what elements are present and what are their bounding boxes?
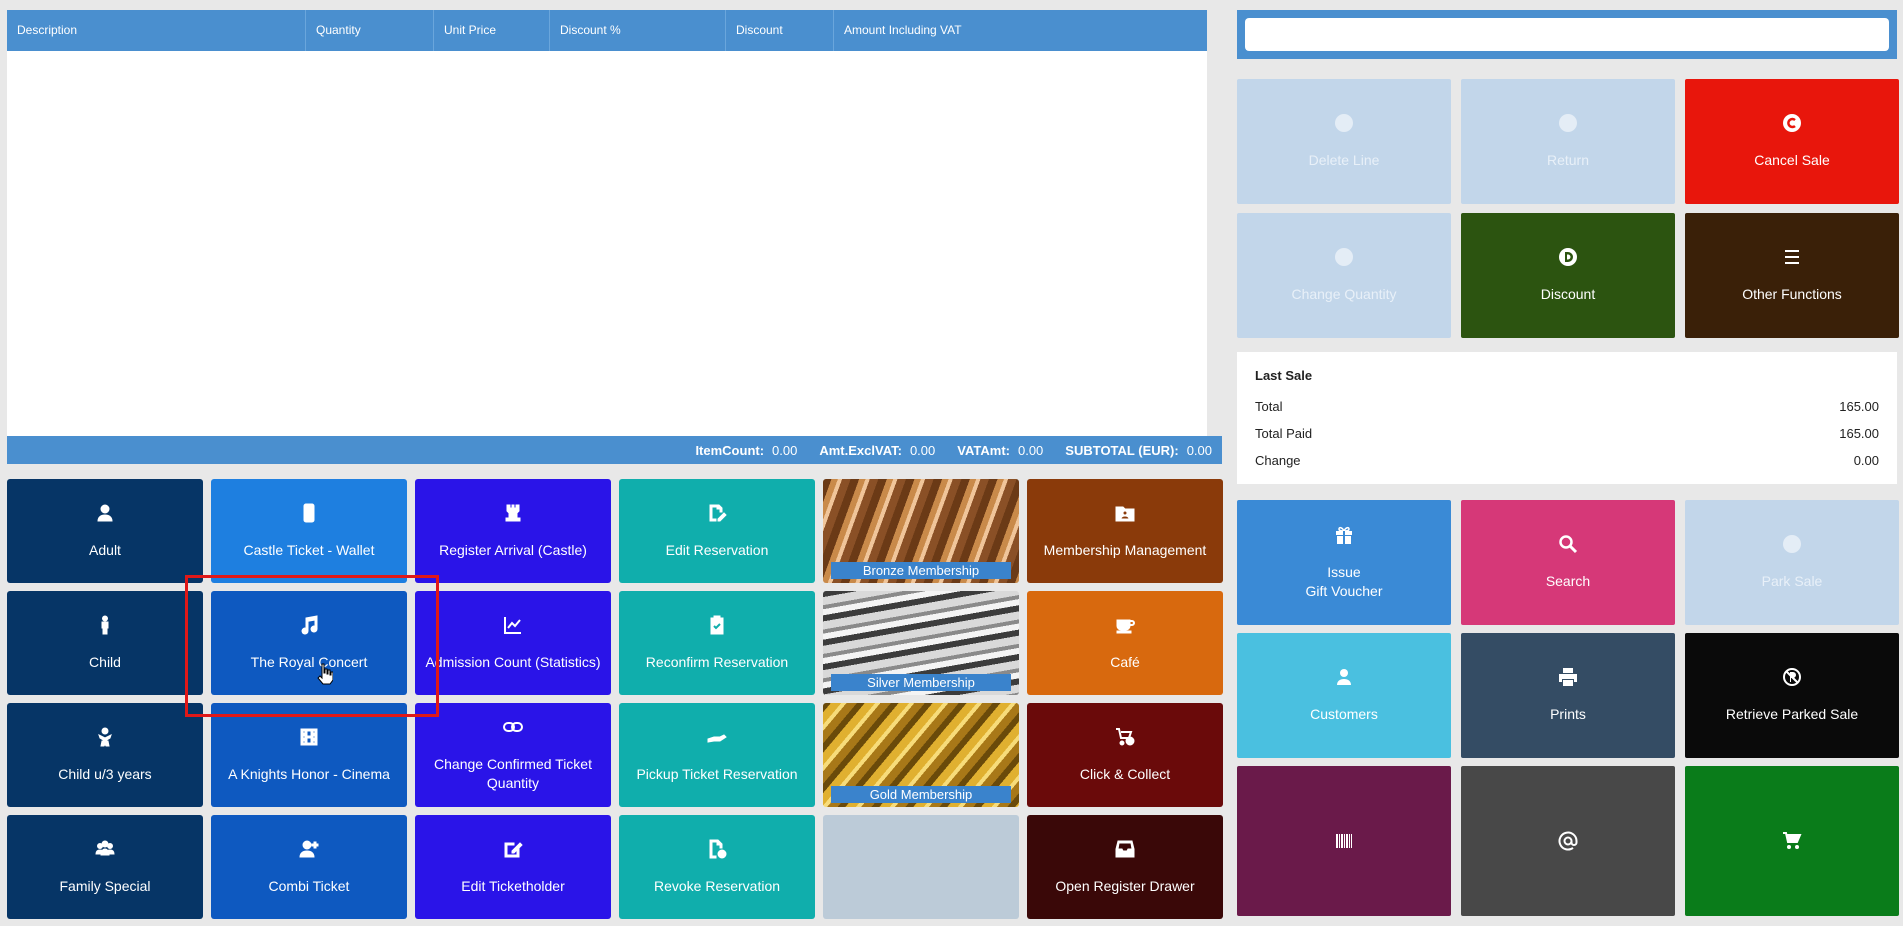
- cart-icon: [1782, 831, 1802, 851]
- circle-return-icon: [1558, 113, 1578, 133]
- prints-button[interactable]: Prints: [1461, 633, 1675, 758]
- tile-register-arrival[interactable]: Register Arrival (Castle): [415, 479, 611, 583]
- last-sale-title: Last Sale: [1255, 368, 1313, 383]
- checkout-cart-button[interactable]: [1685, 766, 1899, 916]
- email-button[interactable]: [1461, 766, 1675, 916]
- bars-icon: [1782, 247, 1802, 267]
- tile-child-u3-years[interactable]: Child u/3 years: [7, 703, 203, 807]
- cart-clock-icon: [1115, 727, 1135, 747]
- tile-family-special[interactable]: Family Special: [7, 815, 203, 919]
- park-sale-button[interactable]: Park Sale: [1685, 500, 1899, 625]
- subtotal: SUBTOTAL (EUR): 0.00: [1065, 442, 1212, 458]
- search-button[interactable]: Search: [1461, 500, 1675, 625]
- col-quantity[interactable]: Quantity: [306, 10, 434, 51]
- tile-edit-reservation[interactable]: Edit Reservation: [619, 479, 815, 583]
- grid-totals-bar: ItemCount: 0.00 Amt.ExclVAT: 0.00 VATAmt: 0…: [7, 436, 1222, 464]
- hand-cursor-icon: [317, 663, 333, 685]
- grid-header: Description Quantity Unit Price Discount…: [7, 10, 1207, 51]
- return-button[interactable]: Return: [1461, 79, 1675, 204]
- tile-cafe[interactable]: Café: [1027, 591, 1223, 695]
- col-description[interactable]: Description: [7, 10, 306, 51]
- drawer-icon: [1115, 839, 1135, 859]
- tile-empty: [823, 815, 1019, 919]
- tile-membership-management[interactable]: Membership Management: [1027, 479, 1223, 583]
- film-icon: [299, 727, 319, 747]
- discount-button[interactable]: Discount: [1461, 213, 1675, 338]
- tile-combi-ticket[interactable]: Combi Ticket: [211, 815, 407, 919]
- tile-castle-ticket-wallet[interactable]: Castle Ticket - Wallet: [211, 479, 407, 583]
- delete-line-button[interactable]: Delete Line: [1237, 79, 1451, 204]
- issue-gift-voucher-button[interactable]: Issue Gift Voucher: [1237, 500, 1451, 625]
- grid-body[interactable]: [7, 51, 1207, 436]
- tile-open-register-drawer[interactable]: Open Register Drawer: [1027, 815, 1223, 919]
- last-sale-total: Total 165.00: [1255, 399, 1879, 414]
- vat-amt: VATAmt: 0.00: [957, 442, 1044, 458]
- tile-change-confirmed-ticket-quantity[interactable]: Change Confirmed Ticket Quantity: [415, 703, 611, 807]
- barcode-button[interactable]: [1237, 766, 1451, 916]
- tile-edit-ticketholder[interactable]: Edit Ticketholder: [415, 815, 611, 919]
- tile-pickup-ticket-reservation[interactable]: Pickup Ticket Reservation: [619, 703, 815, 807]
- search-bar: [1237, 10, 1897, 59]
- tile-revoke-reservation[interactable]: Revoke Reservation: [619, 815, 815, 919]
- hand-icon: [707, 727, 727, 747]
- circle-cancel-icon: [1782, 113, 1802, 133]
- music-icon: [299, 614, 319, 635]
- circle-quantity-icon: [1334, 247, 1354, 267]
- coffee-icon: [1115, 615, 1135, 635]
- park-icon: [1782, 534, 1802, 554]
- last-sale-change: Change 0.00: [1255, 453, 1879, 468]
- col-discount-percent[interactable]: Discount %: [550, 10, 726, 51]
- user-icon: [95, 503, 115, 523]
- product-tiles: Adult Castle Ticket - Wallet Register Ar…: [7, 479, 1223, 920]
- col-unit-price[interactable]: Unit Price: [434, 10, 550, 51]
- link-icon: [503, 717, 523, 737]
- tile-silver-membership[interactable]: Silver Membership: [823, 591, 1019, 695]
- change-quantity-button[interactable]: Change Quantity: [1237, 213, 1451, 338]
- users-icon: [95, 839, 115, 859]
- no-parking-icon: [1782, 667, 1802, 687]
- last-sale-total-paid: Total Paid 165.00: [1255, 426, 1879, 441]
- chart-line-icon: [503, 615, 523, 635]
- user-plus-icon: [299, 839, 319, 859]
- customers-button[interactable]: Customers: [1237, 633, 1451, 758]
- tile-bronze-membership[interactable]: Bronze Membership: [823, 479, 1019, 583]
- item-count: ItemCount: 0.00: [695, 442, 798, 458]
- clipboard-check-icon: [707, 615, 727, 635]
- tile-gold-membership[interactable]: Gold Membership: [823, 703, 1019, 807]
- tile-click-and-collect[interactable]: Click & Collect: [1027, 703, 1223, 807]
- circle-discount-icon: [1558, 247, 1578, 267]
- barcode-icon: [1334, 831, 1354, 851]
- phone-icon: [299, 503, 319, 523]
- other-functions-button[interactable]: Other Functions: [1685, 213, 1899, 338]
- tile-the-royal-concert[interactable]: The Royal Concert: [211, 591, 407, 695]
- search-input[interactable]: [1245, 18, 1889, 51]
- last-sale-panel: Last Sale Total 165.00 Total Paid 165.00 C…: [1237, 352, 1897, 484]
- retrieve-parked-sale-button[interactable]: Retrieve Parked Sale: [1685, 633, 1899, 758]
- search-icon: [1558, 534, 1578, 554]
- tile-adult[interactable]: Adult: [7, 479, 203, 583]
- function-buttons-top: Delete Line Return Cancel Sale Change Qu…: [1237, 79, 1899, 338]
- gift-icon: [1334, 525, 1354, 545]
- file-edit-icon: [707, 503, 727, 523]
- printer-icon: [1558, 667, 1578, 687]
- at-icon: [1558, 831, 1578, 851]
- sales-grid: Description Quantity Unit Price Discount…: [7, 10, 1222, 464]
- file-clock-icon: [707, 839, 727, 859]
- folder-user-icon: [1115, 503, 1135, 523]
- col-amount-incl-vat[interactable]: Amount Including VAT: [834, 10, 1207, 51]
- col-discount[interactable]: Discount: [726, 10, 834, 51]
- cancel-sale-button[interactable]: Cancel Sale: [1685, 79, 1899, 204]
- amt-excl-vat: Amt.ExclVAT: 0.00: [819, 442, 936, 458]
- tile-a-knights-honor-cinema[interactable]: A Knights Honor - Cinema: [211, 703, 407, 807]
- baby-icon: [95, 727, 115, 747]
- child-icon: [95, 615, 115, 635]
- function-buttons-bottom: Issue Gift Voucher Search Park Sale Custo…: [1237, 500, 1899, 916]
- chess-rook-icon: [503, 503, 523, 523]
- tile-child[interactable]: Child: [7, 591, 203, 695]
- tile-reconfirm-reservation[interactable]: Reconfirm Reservation: [619, 591, 815, 695]
- tile-admission-count[interactable]: Admission Count (Statistics): [415, 591, 611, 695]
- circle-minus-icon: [1334, 113, 1354, 133]
- user-icon: [1334, 667, 1354, 687]
- edit-icon: [503, 839, 523, 859]
